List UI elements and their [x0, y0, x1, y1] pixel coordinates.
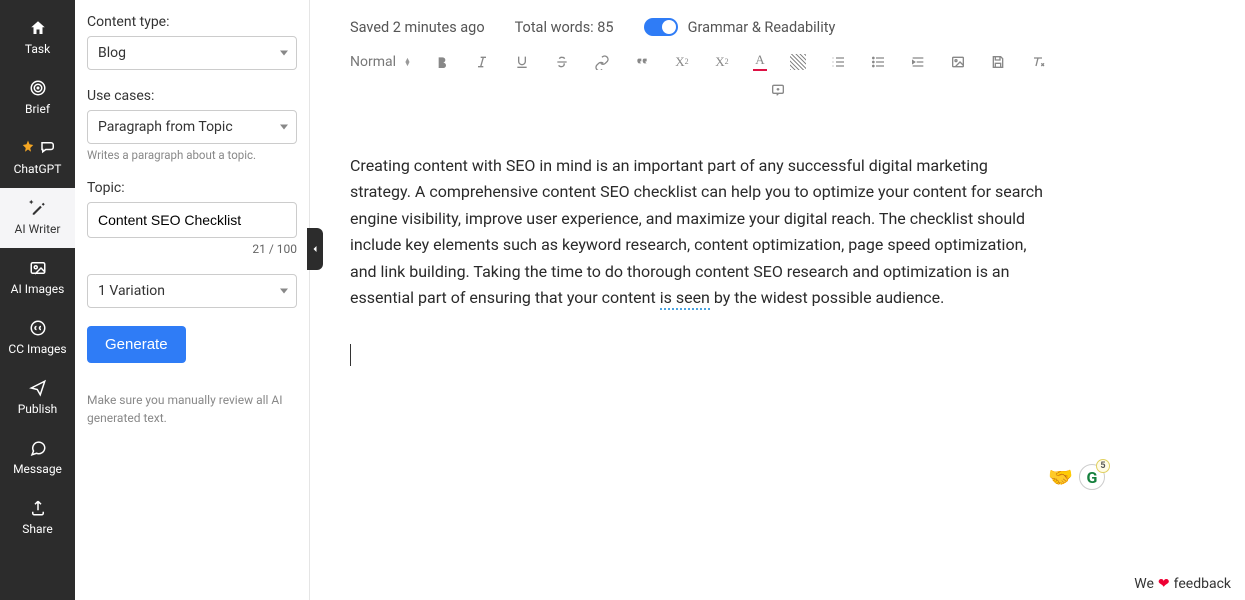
variation-select[interactable]: 1 Variation: [87, 274, 297, 308]
grammar-suggestion[interactable]: is seen: [660, 288, 710, 310]
wand-icon: [29, 198, 47, 218]
font-color-button[interactable]: A: [753, 52, 767, 71]
nav-message[interactable]: Message: [0, 428, 75, 488]
nav-cc-images[interactable]: CC Images: [0, 308, 75, 368]
bold-button[interactable]: [433, 53, 451, 71]
cc-icon: [29, 318, 47, 338]
floating-badges: 🤝 G 5: [1048, 464, 1105, 490]
handshake-icon[interactable]: 🤝: [1048, 465, 1073, 489]
content-type-value: Blog: [98, 45, 126, 61]
italic-button[interactable]: [473, 53, 491, 71]
editor-area: Saved 2 minutes ago Total words: 85 Gram…: [310, 0, 1245, 600]
target-icon: [29, 78, 47, 98]
text-segment: Creating content with SEO in mind is an …: [350, 156, 1043, 307]
send-icon: [29, 378, 47, 398]
highlight-button[interactable]: [789, 53, 807, 71]
ordered-list-button[interactable]: [829, 53, 847, 71]
nav-publish[interactable]: Publish: [0, 368, 75, 428]
use-cases-helper: Writes a paragraph about a topic.: [87, 148, 297, 162]
use-cases-select[interactable]: Paragraph from Topic: [87, 110, 297, 144]
link-button[interactable]: [593, 53, 611, 71]
clear-format-button[interactable]: [1029, 53, 1047, 71]
grammarly-count: 5: [1096, 459, 1110, 473]
text-segment: by the widest possible audience.: [710, 288, 944, 307]
nav-ai-writer[interactable]: AI Writer: [0, 188, 75, 248]
feedback-link[interactable]: We ❤ feedback: [1134, 576, 1231, 592]
underline-button[interactable]: [513, 53, 531, 71]
unordered-list-button[interactable]: [869, 53, 887, 71]
updown-icon: ▲▼: [404, 58, 411, 66]
editor-toolbar: Normal ▲▼ X2 X2 A: [310, 52, 1245, 109]
grammar-label: Grammar & Readability: [688, 19, 836, 36]
strikethrough-button[interactable]: [553, 53, 571, 71]
save-button[interactable]: [989, 53, 1007, 71]
form-panel: Content type: Blog Use cases: Paragraph …: [75, 0, 310, 600]
nav-label: Message: [13, 462, 62, 476]
topic-input[interactable]: [87, 202, 297, 238]
subscript-button[interactable]: X2: [673, 53, 691, 71]
color-bar-icon: [753, 69, 767, 71]
nav-share[interactable]: Share: [0, 488, 75, 548]
nav-label: Share: [22, 522, 53, 536]
review-note: Make sure you manually review all AI gen…: [87, 391, 287, 427]
use-cases-value: Paragraph from Topic: [98, 119, 233, 135]
content-type-label: Content type:: [87, 14, 297, 30]
chevron-down-icon: [280, 51, 288, 56]
home-icon: [29, 18, 47, 38]
heart-icon: ❤: [1158, 576, 1170, 592]
font-a-icon: A: [755, 52, 764, 68]
grammarly-badge[interactable]: G 5: [1079, 464, 1105, 490]
sidebar-nav: Task Brief ChatGPT AI Writer AI Images C…: [0, 0, 75, 600]
style-select[interactable]: Normal ▲▼: [350, 54, 411, 70]
quote-button[interactable]: [633, 53, 651, 71]
char-count: 21 / 100: [87, 242, 297, 256]
superscript-button[interactable]: X2: [713, 53, 731, 71]
nav-label: AI Images: [11, 282, 65, 296]
nav-chatgpt[interactable]: ChatGPT: [0, 128, 75, 188]
feedback-suffix: feedback: [1174, 576, 1231, 592]
nav-label: CC Images: [8, 342, 66, 356]
topic-label: Topic:: [87, 180, 297, 196]
generate-button[interactable]: Generate: [87, 326, 186, 363]
saved-status: Saved 2 minutes ago: [350, 19, 485, 36]
editor-header: Saved 2 minutes ago Total words: 85 Gram…: [310, 0, 1245, 52]
nav-label: Task: [25, 42, 50, 56]
add-comment-button[interactable]: [350, 81, 1205, 99]
use-cases-label: Use cases:: [87, 88, 297, 104]
chevron-down-icon: [280, 125, 288, 130]
variation-value: 1 Variation: [98, 283, 165, 299]
nav-brief[interactable]: Brief: [0, 68, 75, 128]
cursor-line: [350, 341, 1050, 367]
image-sparkle-icon: [29, 258, 47, 278]
hatch-icon: [790, 54, 806, 70]
nav-label: Publish: [18, 402, 58, 416]
editor-body[interactable]: Creating content with SEO in mind is an …: [310, 109, 1130, 368]
nav-task[interactable]: Task: [0, 8, 75, 68]
paragraph: Creating content with SEO in mind is an …: [350, 153, 1050, 311]
nav-label: ChatGPT: [14, 162, 62, 176]
word-count: Total words: 85: [515, 19, 614, 36]
nav-label: AI Writer: [15, 222, 61, 236]
style-label: Normal: [350, 54, 396, 70]
grammar-toggle[interactable]: [644, 18, 678, 36]
chatgpt-icon: [19, 138, 57, 158]
feedback-prefix: We: [1134, 576, 1154, 592]
chevron-down-icon: [280, 289, 288, 294]
image-button[interactable]: [949, 53, 967, 71]
nav-label: Brief: [25, 102, 50, 116]
indent-button[interactable]: [909, 53, 927, 71]
content-type-select[interactable]: Blog: [87, 36, 297, 70]
share-icon: [29, 498, 47, 518]
text-cursor-icon: [350, 344, 351, 366]
g-letter: G: [1087, 468, 1098, 487]
chat-icon: [29, 438, 47, 458]
nav-ai-images[interactable]: AI Images: [0, 248, 75, 308]
